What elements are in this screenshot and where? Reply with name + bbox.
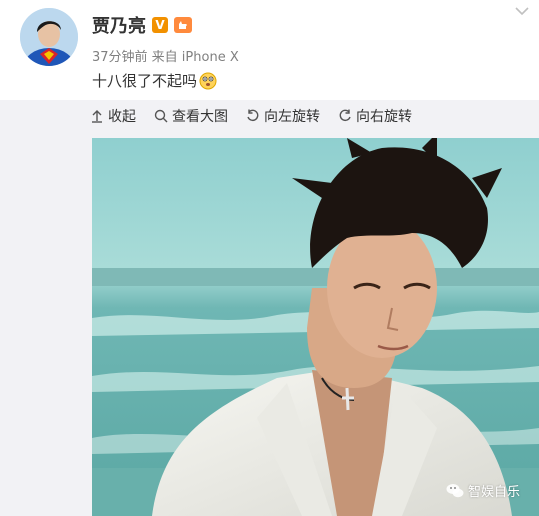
username[interactable]: 贾乃亮 — [92, 12, 146, 38]
post-photo-image — [92, 138, 539, 516]
wechat-icon — [446, 483, 464, 497]
view-large-label: 查看大图 — [172, 109, 228, 125]
avatar[interactable] — [20, 8, 78, 66]
post-meta: 37分钟前 来自 iPhone X — [92, 50, 239, 65]
rotate-left-label: 向左旋转 — [264, 109, 320, 125]
chevron-down-icon[interactable] — [515, 6, 529, 16]
rotate-right-icon — [339, 109, 351, 122]
shocked-face-emoji-icon — [199, 72, 217, 89]
collapse-button[interactable]: 收起 — [90, 106, 136, 126]
search-icon — [154, 109, 168, 123]
vip-hand-icon — [174, 17, 192, 33]
watermark-text: 智娱自乐 — [468, 485, 521, 500]
post-text-content: 十八很了不起吗 — [92, 72, 198, 90]
post-photo[interactable] — [92, 138, 539, 516]
watermark: 智娱自乐 — [446, 481, 520, 500]
rotate-left-button[interactable]: 向左旋转 — [246, 106, 320, 126]
collapse-arrow-icon — [92, 110, 102, 123]
collapse-label: 收起 — [108, 109, 136, 125]
post-text: 十八很了不起吗 — [92, 70, 217, 91]
rotate-left-icon — [247, 109, 259, 122]
post-header: 贾乃亮 V 37分钟前 来自 iPhone X 十八很了不起吗 — [0, 0, 539, 100]
rotate-right-button[interactable]: 向右旋转 — [338, 106, 412, 126]
view-large-button[interactable]: 查看大图 — [154, 106, 228, 126]
rotate-right-label: 向右旋转 — [356, 109, 412, 125]
media-toolbar: 收起 查看大图 向左旋转 向右旋转 — [90, 106, 412, 126]
verified-badge: V — [152, 17, 168, 33]
